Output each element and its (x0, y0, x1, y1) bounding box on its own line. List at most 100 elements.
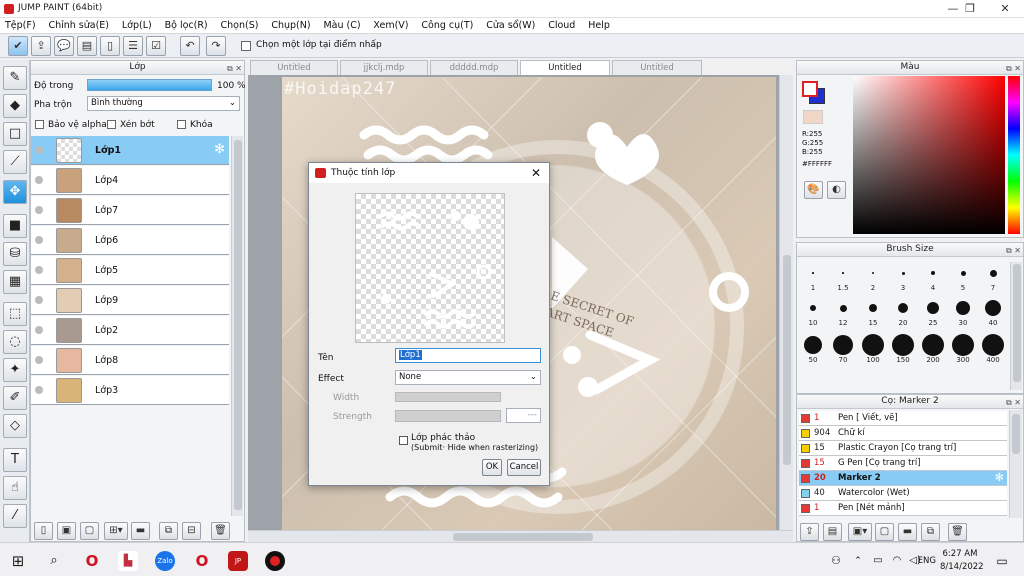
redo-icon[interactable]: ↷ (206, 36, 226, 56)
layer-row-9[interactable]: Lớp9 (31, 286, 229, 315)
merge-icon[interactable]: ⊟ (182, 522, 201, 540)
menu-edit[interactable]: Chỉnh sửa(E) (43, 18, 114, 34)
gear-icon[interactable]: ✻ (214, 142, 225, 157)
brush-scrollbar[interactable] (1009, 410, 1022, 518)
jump-paint-taskbar-icon[interactable]: JP (228, 551, 248, 571)
brush-size-option[interactable]: 15 (859, 297, 887, 331)
brush-size-scrollbar[interactable] (1010, 262, 1022, 390)
protect-alpha-checkbox[interactable] (35, 120, 44, 129)
list-icon[interactable]: ☰ (123, 36, 143, 56)
record-icon[interactable] (265, 551, 285, 571)
chevron-up-icon[interactable]: ⌃ (848, 551, 868, 571)
comment-icon[interactable]: 💬 (54, 36, 74, 56)
brush-item[interactable]: 904 Chữ kí (799, 426, 1007, 441)
select-pen-icon[interactable]: ✐ (3, 386, 27, 410)
search-icon[interactable]: ⌕ (44, 551, 64, 571)
panel-controls-icon[interactable]: ⧉ ✕ (227, 62, 242, 75)
clock-time[interactable]: 6:27 AM (940, 549, 980, 559)
menu-select[interactable]: Chọn(S) (216, 18, 264, 34)
brush-item[interactable]: 20 Marker 2 ✻ (799, 471, 1007, 486)
opacity-slider[interactable] (87, 79, 212, 91)
rect-tool-icon[interactable]: □ (3, 122, 27, 146)
layer-row-3[interactable]: Lớp3 (31, 376, 229, 405)
saturation-value-picker[interactable] (853, 76, 1005, 234)
menu-color[interactable]: Màu (C) (318, 18, 365, 34)
brush-trash-icon[interactable]: 🗑 (948, 523, 967, 541)
menu-window[interactable]: Cửa sổ(W) (481, 18, 540, 34)
lock-checkbox[interactable] (177, 120, 186, 129)
layer-row-2[interactable]: Lớp2 (31, 316, 229, 345)
close-button[interactable]: ✕ (990, 0, 1020, 18)
brush-size-option[interactable]: 300 (949, 334, 977, 368)
menu-help[interactable]: Help (583, 18, 615, 34)
visibility-icon[interactable] (35, 356, 43, 364)
brush-size-option[interactable]: 150 (889, 334, 917, 368)
gear-icon[interactable]: ✻ (995, 471, 1004, 485)
menu-layer[interactable]: Lớp(L) (117, 18, 157, 34)
layer-row-7[interactable]: Lớp7 (31, 196, 229, 225)
tab-ddddd[interactable]: ddddd.mdp (430, 60, 518, 75)
brush-size-option[interactable]: 25 (919, 297, 947, 331)
zalo-icon[interactable]: Zalo (155, 551, 175, 571)
brush-tool-icon[interactable]: ✎ (3, 66, 27, 90)
windows-start-icon[interactable]: ⊞ (8, 551, 28, 571)
opera-gx-icon[interactable]: O (192, 551, 212, 571)
recent-color-swatch[interactable] (803, 110, 823, 124)
brush-settings-icon[interactable]: ▤ (823, 523, 842, 541)
canvas-vscrollbar[interactable] (779, 75, 793, 530)
page-icon[interactable]: ▯ (100, 36, 120, 56)
eraser-tool-icon[interactable]: ◆ (3, 94, 27, 118)
tab-untitled-2[interactable]: Untitled (612, 60, 702, 75)
folder-icon[interactable]: ▬ (131, 522, 150, 540)
eyedropper-icon[interactable]: ⁄ (3, 504, 27, 528)
effect-select[interactable]: None ⌄ (395, 370, 541, 385)
visibility-icon[interactable] (35, 206, 43, 214)
visibility-icon[interactable] (35, 386, 43, 394)
visibility-icon[interactable] (35, 236, 43, 244)
menu-view[interactable]: Xem(V) (368, 18, 413, 34)
dialog-close-icon[interactable]: ✕ (531, 163, 541, 183)
brush-size-option[interactable]: 3 (889, 262, 917, 296)
menu-tools[interactable]: Công cụ(T) (416, 18, 478, 34)
select-eraser-icon[interactable]: ◇ (3, 414, 27, 438)
check-icon[interactable]: ✔ (8, 36, 28, 56)
blend-select[interactable]: Bình thường ⌄ (87, 96, 240, 111)
brush-size-option[interactable]: 400 (979, 334, 1007, 368)
bucket-tool-icon[interactable]: ⛁ (3, 242, 27, 266)
menu-cloud[interactable]: Cloud (543, 18, 580, 34)
layer-scrollbar[interactable] (231, 136, 243, 516)
visibility-icon[interactable] (35, 266, 43, 274)
maximize-button[interactable]: ❐ (955, 0, 985, 18)
brush-duplicate-icon[interactable]: ⧉ (921, 523, 940, 541)
lasso-icon[interactable]: ◌ (3, 330, 27, 354)
menu-capture[interactable]: Chụp(N) (266, 18, 315, 34)
brush-size-option[interactable]: 200 (919, 334, 947, 368)
layer-row-5[interactable]: Lớp5 (31, 256, 229, 285)
tab-untitled-1[interactable]: Untitled (250, 60, 338, 75)
brush-size-option[interactable]: 20 (889, 297, 917, 331)
palette-edit-icon[interactable]: ◐ (827, 181, 846, 199)
layer-row-6[interactable]: Lớp6 (31, 226, 229, 255)
brush-item[interactable]: 15 Plastic Crayon [Cọ trang trí] (799, 441, 1007, 456)
panel-controls-icon[interactable]: ⧉ ✕ (1006, 396, 1021, 409)
hand-tool-icon[interactable]: ☝ (3, 476, 27, 500)
brush-item[interactable]: 15 G Pen [Cọ trang trí] (799, 456, 1007, 471)
message-icon[interactable]: ▤ (77, 36, 97, 56)
tab-untitled-active[interactable]: Untitled (520, 60, 610, 75)
ok-button[interactable]: OK (482, 459, 502, 476)
brush-upload-icon[interactable]: ⇪ (800, 523, 819, 541)
brush-size-option[interactable]: 40 (979, 297, 1007, 331)
text-tool-icon[interactable]: T (3, 448, 27, 472)
gradient-tool-icon[interactable]: ▦ (3, 270, 27, 294)
menu-filter[interactable]: Bộ lọc(R) (160, 18, 213, 34)
cancel-button[interactable]: Cancel (507, 459, 541, 476)
brush-size-option[interactable]: 2 (859, 262, 887, 296)
select-rect-icon[interactable]: ⬚ (3, 302, 27, 326)
clip-checkbox[interactable] (107, 120, 116, 129)
layer-name-input[interactable]: Lớp1 (395, 348, 541, 363)
add-layer-menu-icon[interactable]: ⊞▾ (104, 522, 128, 540)
brush-size-option[interactable]: 1 (799, 262, 827, 296)
wifi-icon[interactable]: ◠ (887, 551, 907, 571)
undo-icon[interactable]: ↶ (180, 36, 200, 56)
panel-controls-icon[interactable]: ⧉ ✕ (1006, 62, 1021, 75)
